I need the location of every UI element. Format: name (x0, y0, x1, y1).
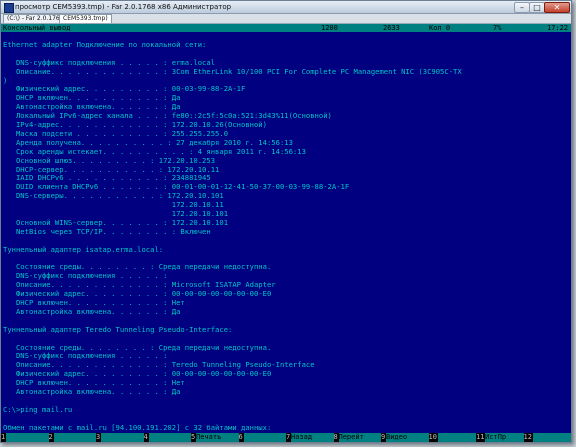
console-line: Обмен пакетами с mail.ru [94.100.191.202… (3, 422, 272, 432)
console-line: 172.20.10.11 (3, 200, 224, 210)
console-line: Маска подсети . . . . . . . . . . : 255.… (3, 128, 229, 138)
console-line: Описание. . . . . . . . . . . . . : 3Com… (3, 66, 462, 76)
window-title: просмотр CEM5393.tmp) - Far 2.0.1768 x86… (15, 3, 232, 11)
fkey-label: Видео (386, 433, 429, 442)
console-line: Ethernet adapter Подключение по локально… (3, 39, 207, 49)
fkey-2[interactable]: 2 (48, 433, 96, 442)
fkey-label (437, 433, 476, 442)
fkey-1[interactable]: 1 (1, 433, 49, 442)
console-line: DNS-суффикс подключения . . . . . : (3, 351, 168, 361)
console-line: 172.20.10.101 (3, 209, 229, 218)
console-line: DHCP-сервер. . . . . . . . . . . : 172.2… (3, 164, 220, 174)
viewer-percent-value: 7% (493, 24, 502, 32)
fkey-label: Печать (196, 433, 239, 442)
console-line: DUID клиента DHCPv6 . . . . . . . : 00-0… (3, 182, 350, 192)
fkey-label: Назад (291, 433, 334, 442)
console-line: DHCP включен. . . . . . . . . . . : Нет (3, 378, 185, 388)
console-line: Основной шлюз. . . . . . . . . : 172.20.… (3, 155, 216, 165)
fkey-label: Перейт (338, 433, 381, 442)
fkey-number: 3 (96, 433, 101, 441)
fkey-number: 5 (191, 433, 196, 441)
fkey-4[interactable]: 4 (143, 433, 191, 442)
console-line: Туннельный адаптер Teredo Tunneling Pseu… (3, 324, 233, 334)
fkey-11[interactable]: 11 ИстПр (476, 433, 524, 442)
fkey-number: 1 (1, 433, 6, 441)
fkey-label (53, 433, 96, 442)
console-line: C:\>ping mail.ru (3, 404, 73, 414)
console-line: Физический адрес. . . . . . . . . : 00-0… (3, 289, 272, 299)
console-line: NetBios через TCP/IP. . . . . . . . : Вк… (3, 226, 211, 236)
console-line: DNS-суффикс подключения . . . . . : erma… (3, 57, 216, 67)
console-line: DHCP включен. . . . . . . . . . . : Нет (3, 298, 185, 307)
console-line: Физический адрес. . . . . . . . . : 00-0… (3, 369, 272, 379)
viewer-size-value: 1200 (321, 24, 338, 32)
far-manager-window: просмотр CEM5393.tmp) - Far 2.0.1768 x86… (0, 0, 572, 443)
fkey-label (6, 433, 49, 442)
console-line: Автонастройка включена. . . . . . : Да (3, 387, 181, 396)
function-key-bar: 1 2 3 4 5 Печать 6 7 Назад 8 Перейт 9 Видео 10 11 ИстПр… (1, 433, 571, 442)
console-line: IPv4-адрес. . . . . . . . . . . . : 172.… (3, 120, 267, 129)
viewer-position-value: 2633 (383, 24, 400, 32)
console-line: IAID DHCPv6 . . . . . . . . . . . : 2348… (3, 173, 211, 183)
fkey-7[interactable]: 7 Назад (286, 433, 334, 442)
console-line: Туннельный адаптер isatap.erma.local: (3, 244, 164, 254)
console-area: Консольный вывод 1200 2633 Кол 0 7% 17:2… (1, 24, 571, 442)
fkey-number: 4 (143, 433, 148, 441)
console-line: Аренда получена. . . . . . . . . . : 27 … (3, 137, 293, 147)
fkey-8[interactable]: 8 Перейт (333, 433, 381, 442)
viewer-column-value: Кол 0 (429, 24, 451, 32)
close-button[interactable]: ✕ (544, 2, 570, 13)
console-line: Описание. . . . . . . . . . . . . : Micr… (3, 280, 276, 290)
maximize-button[interactable]: □ (529, 2, 545, 13)
fkey-label (532, 433, 571, 442)
fkey-9[interactable]: 9 Видео (381, 433, 429, 442)
fkey-number: 6 (238, 433, 243, 441)
fkey-label (243, 433, 286, 442)
fkey-number: 12 (523, 433, 532, 441)
console-line: DHCP включен. . . . . . . . . . . : Да (3, 93, 181, 103)
console-line: Автонастройка включена. . . . . . : Да (3, 102, 181, 112)
viewer-status-bar: Консольный вывод 1200 2633 Кол 0 7% 17:2… (1, 24, 571, 32)
tab-bar: (C:\) - Far 2.0.1768... CEM5393.tmp) (1, 14, 571, 24)
clock: 17:22 (547, 24, 569, 32)
fkey-5[interactable]: 5 Печать (191, 433, 239, 442)
console-line: Локальный IPv6-адрес канала . . . : fe80… (3, 111, 332, 121)
console-line: ) (3, 75, 8, 85)
fkey-number: 9 (381, 433, 386, 441)
fkey-label (101, 433, 144, 442)
fkey-12[interactable]: 12 (523, 433, 571, 442)
fkey-number: 10 (428, 433, 437, 441)
minimize-button[interactable]: – (514, 2, 530, 13)
fkey-6[interactable]: 6 (238, 433, 286, 442)
fkey-number: 11 (476, 433, 485, 441)
fkey-number: 2 (48, 433, 53, 441)
fkey-3[interactable]: 3 (96, 433, 144, 442)
fkey-label: ИстПр (485, 433, 524, 442)
title-bar[interactable]: просмотр CEM5393.tmp) - Far 2.0.1768 x86… (1, 1, 571, 14)
console-line: Автонастройка включена. . . . . . : Да (3, 306, 181, 316)
fkey-label (148, 433, 191, 442)
console-output[interactable]: Ethernet adapter Подключение по локально… (1, 32, 571, 433)
viewer-title: Консольный вывод (3, 24, 71, 32)
console-line: Физический адрес. . . . . . . . . : 00-0… (3, 84, 246, 94)
fkey-number: 8 (333, 433, 338, 441)
console-line: Срок аренды истекает. . . . . . . . . . … (3, 146, 306, 156)
tab-viewer[interactable]: CEM5393.tmp) (59, 14, 112, 23)
console-line: DNS-серверы. . . . . . . . . . . : 172.2… (3, 191, 224, 201)
console-line: Состояние среды. . . . . . . . : Среда п… (3, 262, 272, 272)
console-line: Состояние среды. . . . . . . . : Среда п… (3, 342, 272, 352)
console-line: DNS-суффикс подключения . . . . . : (3, 271, 168, 281)
fkey-10[interactable]: 10 (428, 433, 476, 442)
fkey-number: 7 (286, 433, 291, 441)
console-line: Основной WINS-сервер. . . . . . . : 172.… (3, 217, 229, 227)
console-line: Описание. . . . . . . . . . . . . : Tere… (3, 360, 315, 370)
app-icon (4, 3, 14, 13)
